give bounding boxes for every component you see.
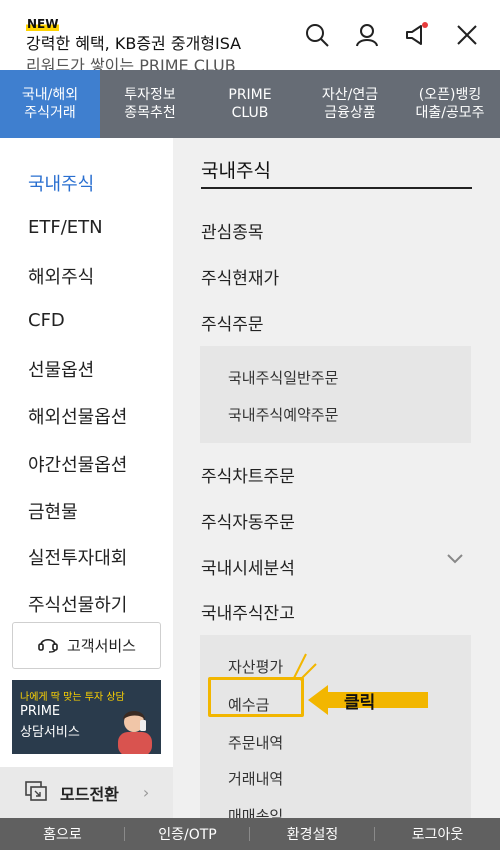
search-icon[interactable] — [302, 20, 332, 50]
balance-subpanel: 자산평가 예수금 주문내역 거래내역 매매손익 — [200, 635, 471, 818]
prime-banner-title-2: 상담서비스 — [20, 725, 80, 740]
submenu-asset-valuation[interactable]: 자산평가 — [228, 656, 283, 677]
submenu-market-analysis[interactable]: 국내시세분석 — [201, 554, 295, 579]
footer-settings-label: 환경설정 — [286, 827, 339, 843]
chevron-right-icon: › — [142, 783, 150, 802]
mode-switch-button[interactable]: 모드전환 › — [0, 767, 173, 818]
submenu-title: 국내주식 — [201, 160, 271, 182]
tab-prime-club[interactable]: PRIME CLUB — [200, 70, 300, 138]
tab-stock-trading[interactable]: 국내/해외 주식거래 — [0, 70, 100, 138]
tab-assets-pension[interactable]: 자산/연금 금융상품 — [300, 70, 400, 138]
left-menu-etf-etn[interactable]: ETF/ETN — [28, 217, 103, 238]
footer-auth-otp-label: 인증/OTP — [158, 827, 217, 843]
footer-logout[interactable]: 로그아웃 — [375, 818, 500, 850]
submenu-reserved-order[interactable]: 국내주식예약주문 — [228, 404, 338, 425]
tab-banking-loan[interactable]: (오픈)뱅킹 대출/공모주 — [400, 70, 500, 138]
submenu-chart-order[interactable]: 주식차트주문 — [201, 462, 295, 487]
mode-switch-label: 모드전환 — [60, 784, 119, 804]
submenu-stock-order[interactable]: 주식주문 — [201, 310, 264, 335]
headset-icon — [37, 634, 59, 658]
left-menu-futures-options[interactable]: 선물옵션 — [28, 356, 94, 382]
left-menu-trading-contest[interactable]: 실전투자대회 — [28, 544, 127, 570]
promo-ticker-next: 리워드가 쌓이는 PRIME CLUB — [26, 56, 236, 70]
prime-consult-banner[interactable]: 나에게 딱 맞는 투자 상담 PRIME 상담서비스 — [12, 680, 161, 754]
submenu-title-divider — [201, 187, 472, 189]
tab-investment-info[interactable]: 투자정보 종목추천 — [100, 70, 200, 138]
left-menu-overseas-stock[interactable]: 해외주식 — [28, 263, 94, 289]
left-menu-overseas-futures[interactable]: 해외선물옵션 — [28, 403, 127, 429]
left-menu-domestic-stock[interactable]: 국내주식 — [28, 170, 94, 196]
footer-home-label: 홈으로 — [43, 827, 82, 843]
order-subpanel: 국내주식일반주문 국내주식예약주문 — [200, 346, 471, 443]
highlight-box — [208, 677, 304, 717]
consultant-illustration — [118, 711, 152, 754]
promo-ticker[interactable]: 강력한 혜택, KB증권 중개형ISA — [26, 30, 241, 54]
submenu-watchlist[interactable]: 관심종목 — [201, 218, 264, 243]
left-menu-cfd[interactable]: CFD — [28, 310, 65, 331]
left-menu-gold-spot[interactable]: 금현물 — [28, 498, 78, 524]
chevron-down-icon[interactable] — [445, 552, 465, 566]
header: NEW 강력한 혜택, KB증권 중개형ISA 리워드가 쌓이는 PRIME C… — [0, 0, 500, 70]
footer-home[interactable]: 홈으로 — [0, 818, 125, 850]
prime-banner-subtitle: 나에게 딱 맞는 투자 상담 — [20, 692, 125, 703]
megaphone-icon[interactable] — [402, 20, 432, 50]
submenu-stock-balance[interactable]: 국내주식잔고 — [201, 599, 295, 624]
customer-service-label: 고객서비스 — [66, 637, 136, 655]
footer-auth-otp[interactable]: 인증/OTP — [125, 818, 250, 850]
left-menu-night-futures[interactable]: 야간선물옵션 — [28, 451, 127, 477]
footer-settings[interactable]: 환경설정 — [250, 818, 375, 850]
user-icon[interactable] — [352, 20, 382, 50]
click-label: 클릭 — [344, 693, 376, 713]
footer-bar: 홈으로 인증/OTP 환경설정 로그아웃 — [0, 818, 500, 850]
top-category-nav: 국내/해외 주식거래 투자정보 종목추천 PRIME CLUB 자산/연금 금융… — [0, 70, 500, 138]
submenu-general-order[interactable]: 국내주식일반주문 — [228, 367, 338, 388]
submenu-auto-order[interactable]: 주식자동주문 — [201, 508, 295, 533]
new-badge: NEW — [26, 17, 60, 31]
prime-banner-title: PRIME — [20, 704, 61, 719]
footer-logout-label: 로그아웃 — [411, 827, 464, 843]
customer-service-button[interactable]: 고객서비스 — [12, 622, 161, 669]
submenu-order-history[interactable]: 주문내역 — [228, 732, 283, 753]
submenu-trade-history[interactable]: 거래내역 — [228, 768, 283, 789]
submenu-current-price[interactable]: 주식현재가 — [201, 264, 279, 289]
left-menu-stock-gift[interactable]: 주식선물하기 — [28, 591, 127, 617]
mode-switch-icon — [24, 780, 48, 806]
close-icon[interactable] — [452, 20, 482, 50]
submenu-pnl[interactable]: 매매손익 — [228, 805, 283, 818]
